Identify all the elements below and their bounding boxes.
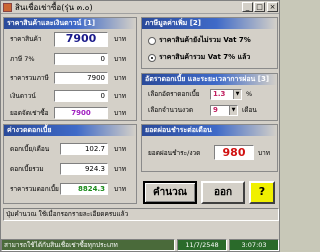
term-value: 9 xyxy=(213,106,218,114)
vat-exclusive-radio[interactable] xyxy=(148,37,156,45)
exit-button[interactable]: ออก xyxy=(201,181,245,204)
vat-label: ภาษี 7% xyxy=(10,55,35,63)
down-payment-input[interactable]: 0 xyxy=(54,90,108,102)
grand-total-label: ราคารวมดอกเบี้ย xyxy=(10,185,59,193)
vat-exclusive-label[interactable]: ราคาสินค้ายังไม่รวม Vat 7% xyxy=(159,36,251,45)
rate-unit: % xyxy=(246,90,253,98)
down-payment-unit: บาท xyxy=(114,92,127,100)
interest-panel: ค่างวดดอกเบี้ย ดอกเบี้ย/เดือน 102.7 บาท … xyxy=(3,124,137,204)
rate-select[interactable]: 1.3 ▼ xyxy=(210,89,242,100)
monthly-interest-field: 102.7 xyxy=(60,143,108,155)
status-description: สามารถใช้ได้กับสินเชื่อเช่าซื้อทุกประเภท xyxy=(1,239,175,251)
rate-panel-title: อัตราดอกเบี้ย และระยะเวลาการผ่อน [3] xyxy=(142,74,277,85)
total-interest-unit: บาท xyxy=(114,165,127,173)
term-label: เลือกจำนวนงวด xyxy=(148,106,194,114)
total-label: ราคารวมภาษี xyxy=(10,74,49,82)
balance-label: ยอดจัดเช่าซื้อ xyxy=(10,109,49,117)
term-unit: เดือน xyxy=(242,106,257,114)
minimize-button[interactable]: _ xyxy=(242,2,253,12)
rate-value: 1.3 xyxy=(213,90,226,98)
vat-field: 0 xyxy=(54,53,108,65)
app-icon xyxy=(3,3,12,12)
price-panel: ราคาสินค้าและเงินดาวน์ [1] ราคาสินค้า 79… xyxy=(3,17,137,121)
installment-field: 980 xyxy=(214,145,254,160)
grand-total-field: 8824.3 xyxy=(60,183,108,195)
installment-unit: บาท xyxy=(258,149,271,157)
price-unit: บาท xyxy=(114,35,127,43)
price-label: ราคาสินค้า xyxy=(10,35,42,43)
status-time: 3:07:03 xyxy=(229,239,279,251)
interest-panel-title: ค่างวดดอกเบี้ย xyxy=(4,125,136,136)
calculate-button[interactable]: คำนวณ xyxy=(143,181,197,204)
price-panel-title: ราคาสินค้าและเงินดาวน์ [1] xyxy=(4,18,136,29)
price-input[interactable]: 7900 xyxy=(54,32,108,47)
chevron-down-icon[interactable]: ▼ xyxy=(233,90,241,99)
help-button[interactable]: ? xyxy=(249,181,275,204)
rate-label: เลือกอัตราดอกเบี้ย xyxy=(148,90,200,98)
status-date: 11/7/2548 xyxy=(177,239,227,251)
vat-inclusive-radio[interactable] xyxy=(148,54,156,62)
balance-field: 7900 xyxy=(54,107,108,119)
vat-panel: ภาษีมูลค่าเพิ่ม [2] ราคาสินค้ายังไม่รวม … xyxy=(141,17,278,69)
window-title: สินเชื่อเช่าซื้อ(รุ่น ๓.๐) xyxy=(15,3,93,12)
balance-unit: บาท xyxy=(114,109,127,117)
maximize-button[interactable]: □ xyxy=(254,2,265,12)
message-bar: ปุ่มคำนวณ ใช้เมื่อกรอกรายละเอียดครบแล้ว xyxy=(3,208,279,221)
monthly-interest-unit: บาท xyxy=(114,145,127,153)
title-bar: สินเชื่อเช่าซื้อ(รุ่น ๓.๐) _ □ × xyxy=(1,1,279,14)
down-payment-label: เงินดาวน์ xyxy=(10,92,36,100)
installment-panel: ยอดผ่อนชำระต่อเดือน ยอดผ่อนชำระ/งวด 980 … xyxy=(141,124,278,172)
app-window: สินเชื่อเช่าซื้อ(รุ่น ๓.๐) _ □ × ราคาสิน… xyxy=(0,0,280,252)
vat-panel-title: ภาษีมูลค่าเพิ่ม [2] xyxy=(142,18,277,29)
vat-inclusive-label[interactable]: ราคาสินค้ารวม Vat 7% แล้ว xyxy=(159,53,250,62)
total-unit: บาท xyxy=(114,74,127,82)
total-interest-label: ดอกเบี้ยรวม xyxy=(10,165,44,173)
installment-label: ยอดผ่อนชำระ/งวด xyxy=(148,149,201,157)
status-bar: สามารถใช้ได้กับสินเชื่อเช่าซื้อทุกประเภท… xyxy=(1,239,279,252)
grand-total-unit: บาท xyxy=(114,185,127,193)
close-button[interactable]: × xyxy=(267,2,278,12)
chevron-down-icon[interactable]: ▼ xyxy=(229,106,237,115)
vat-unit: บาท xyxy=(114,55,127,63)
message-text: ปุ่มคำนวณ ใช้เมื่อกรอกรายละเอียดครบแล้ว xyxy=(6,210,129,218)
rate-panel: อัตราดอกเบี้ย และระยะเวลาการผ่อน [3] เลื… xyxy=(141,73,278,121)
total-field: 7900 xyxy=(54,72,108,84)
term-select[interactable]: 9 ▼ xyxy=(210,105,238,116)
installment-panel-title: ยอดผ่อนชำระต่อเดือน xyxy=(142,125,277,136)
monthly-interest-label: ดอกเบี้ย/เดือน xyxy=(10,145,50,153)
total-interest-field: 924.3 xyxy=(60,163,108,175)
